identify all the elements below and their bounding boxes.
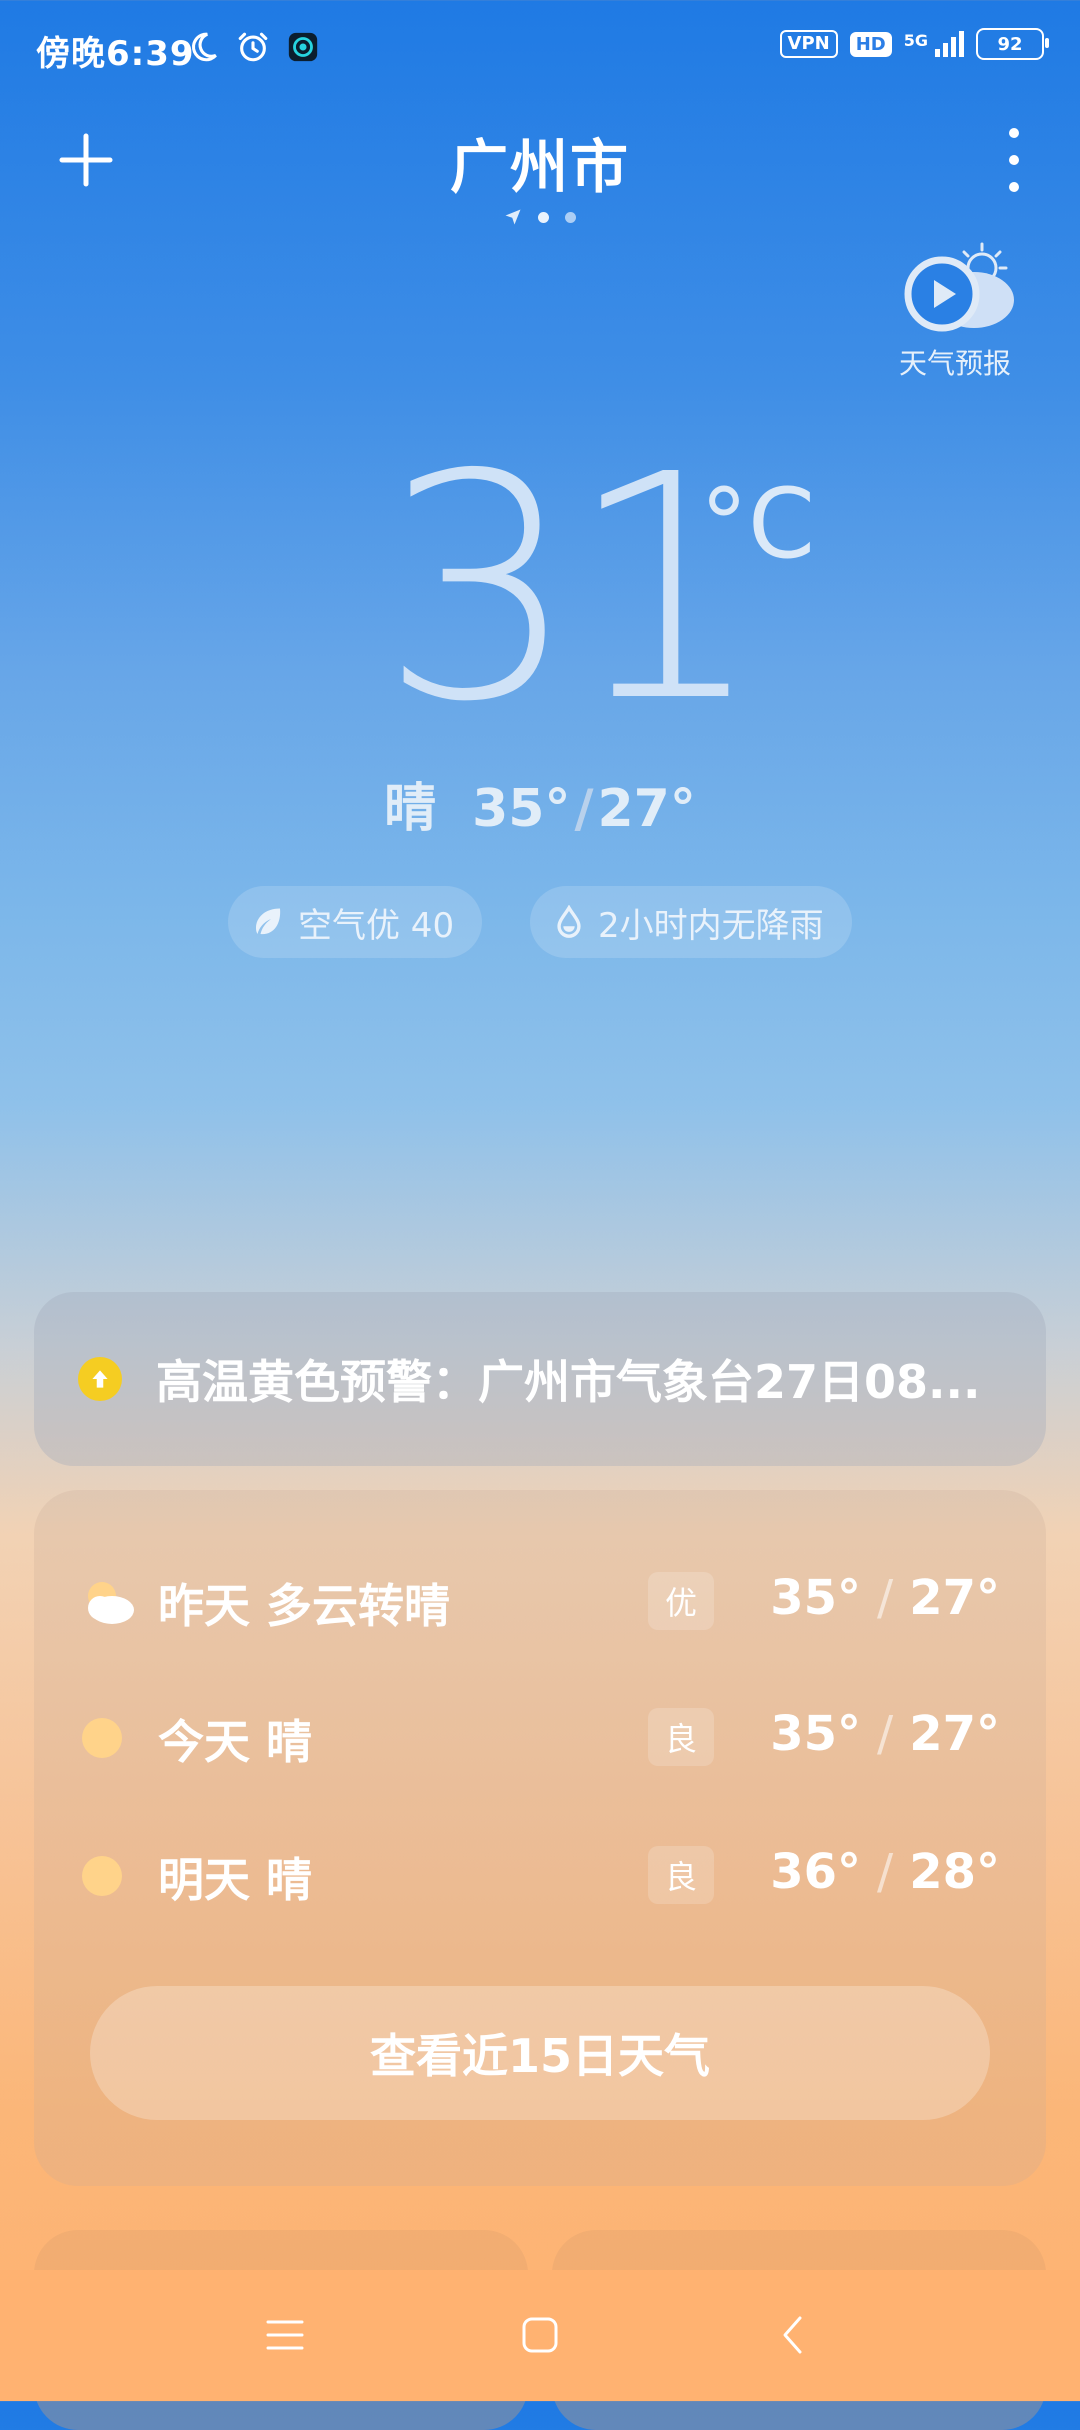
today-low: 27° <box>597 779 696 839</box>
forecast-play-icon <box>904 242 1014 332</box>
rain-forecast-chip[interactable]: 2小时内无降雨 <box>530 886 852 958</box>
menu-nav-button[interactable] <box>258 2308 312 2362</box>
vpn-badge: VPN <box>779 30 838 58</box>
location-arrow-icon <box>505 209 521 225</box>
day-aqi-badge: 优 <box>648 1572 714 1630</box>
day-high: 36° <box>770 1844 862 1900</box>
raindrop-icon <box>557 905 581 938</box>
air-quality-text: 空气优 40 <box>298 905 455 946</box>
day-label: 明天 晴 <box>158 1853 313 1907</box>
daily-forecast-card: 昨天 多云转晴 优 35° / 27° 今天 晴 良 35° / 27° 明天 晴 良 … <box>34 1490 1046 2186</box>
day-temp-range: 36° / 28° <box>770 1844 1000 1900</box>
page-dot <box>565 211 576 223</box>
sunny-icon <box>82 1718 122 1758</box>
high-low-separator: / <box>574 779 594 839</box>
day-temp-range: 35° / 27° <box>770 1570 1000 1626</box>
city-title: 广州市 <box>449 133 630 201</box>
alert-arrow-up-icon <box>78 1357 122 1401</box>
weather-forecast-video-button[interactable]: 天气预报 <box>880 238 1030 380</box>
more-dot <box>1009 182 1019 192</box>
partly-cloudy-icon <box>88 1582 134 1624</box>
more-dot <box>1009 128 1019 138</box>
battery-level: 92 <box>997 33 1023 55</box>
temp-separator: / <box>877 1570 894 1626</box>
sunny-icon <box>82 1856 122 1896</box>
day-low: 27° <box>909 1706 1000 1762</box>
weather-alert-card[interactable]: 高温黄色预警：广州市气象台27日08... <box>34 1292 1046 1466</box>
more-dot <box>1009 155 1019 165</box>
day-aqi-badge: 良 <box>648 1708 714 1766</box>
hd-badge: HD <box>849 31 892 57</box>
signal-icon: 5G <box>904 31 964 57</box>
view-15-day-forecast-button[interactable]: 查看近15日天气 <box>90 1986 990 2120</box>
leaf-icon <box>256 908 281 935</box>
temp-separator: / <box>877 1844 894 1900</box>
alert-text: 高温黄色预警：广州市气象台27日08... <box>156 1355 981 1409</box>
alarm-icon <box>238 32 268 62</box>
status-bar: 傍晚6:39 VPN HD 5G 92 <box>0 0 1080 96</box>
more-menu-button[interactable] <box>1002 128 1026 192</box>
current-condition: 晴 <box>384 779 437 839</box>
day-low: 28° <box>909 1844 1000 1900</box>
app-notification-icon <box>288 32 318 62</box>
day-row-yesterday[interactable]: 昨天 多云转晴 优 35° / 27° <box>34 1546 1046 1656</box>
day-temp-range: 35° / 27° <box>770 1706 1000 1762</box>
home-nav-button[interactable] <box>513 2308 567 2362</box>
back-nav-button[interactable] <box>768 2308 822 2362</box>
day-aqi-badge: 良 <box>648 1846 714 1904</box>
temp-separator: / <box>877 1706 894 1762</box>
header: 广州市 <box>0 110 1080 250</box>
day-label: 昨天 多云转晴 <box>158 1579 451 1633</box>
moon-icon <box>192 32 217 62</box>
page-dot <box>538 211 549 223</box>
air-quality-chip[interactable]: 空气优 40 <box>228 886 483 958</box>
day-row-today[interactable]: 今天 晴 良 35° / 27° <box>34 1682 1046 1792</box>
day-low: 27° <box>909 1570 1000 1626</box>
today-high: 35° <box>472 779 571 839</box>
day-label: 今天 晴 <box>158 1715 313 1769</box>
status-time: 傍晚6:39 <box>36 34 195 74</box>
day-high: 35° <box>770 1706 862 1762</box>
page-indicator <box>0 208 1080 226</box>
battery-icon: 92 <box>976 28 1049 60</box>
day-high: 35° <box>770 1570 862 1626</box>
system-nav-bar <box>0 2270 1080 2401</box>
network-type: 5G <box>903 31 928 50</box>
rain-forecast-text: 2小时内无降雨 <box>598 905 824 946</box>
temperature-unit: °C <box>700 468 816 580</box>
condition-line: 晴 35°/27° <box>0 766 1080 841</box>
day-row-tomorrow[interactable]: 明天 晴 良 36° / 28° <box>34 1820 1046 1930</box>
forecast-label: 天气预报 <box>898 347 1011 380</box>
status-right-group: VPN HD 5G 92 <box>779 28 1049 60</box>
